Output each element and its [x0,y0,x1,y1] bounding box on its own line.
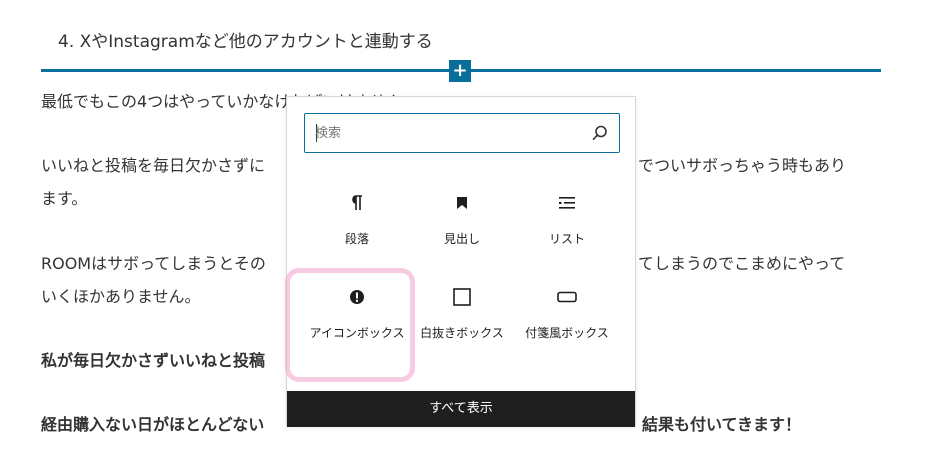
block-search-field[interactable] [304,113,620,153]
search-icon [592,125,607,140]
block-item-paragraph[interactable]: 段落 [307,193,407,249]
block-item-label: 段落 [344,232,369,246]
block-inserter-button[interactable]: + [449,60,471,82]
block-search-input[interactable] [315,123,575,143]
block-item-label: アイコンボックス [309,326,405,340]
show-all-button[interactable]: すべて表示 [287,391,635,427]
block-inserter-popover: 段落 見出し リスト アイコンボックス [286,96,636,427]
paragraph-text[interactable]: てしまうのでこまめにやって [638,254,845,274]
block-item-sticky-box[interactable]: 付箋風ボックス [517,287,617,343]
paragraph-bold-text[interactable]: 私が毎日欠かさずいいねと投稿 [41,351,265,371]
block-item-outline-box[interactable]: 白抜きボックス [412,287,512,343]
block-item-list[interactable]: リスト [517,193,617,249]
list-icon [559,197,575,209]
block-item-label: 見出し [443,232,480,246]
alert-circle-icon [350,290,364,304]
paragraph-text[interactable]: でついサボっちゃう時もあり [638,156,846,176]
rounded-rect-icon [557,291,577,303]
square-outline-icon [453,288,471,306]
list-item-text[interactable]: 4. XやInstagramなど他のアカウントと連動する [58,27,433,52]
pilcrow-icon [352,195,362,210]
block-item-label: リスト [548,232,585,246]
block-item-icon-box[interactable]: アイコンボックス [307,287,407,343]
paragraph-text[interactable]: ROOMはサボってしまうとその [41,254,266,274]
paragraph-text[interactable]: いいねと投稿を毎日欠かさずに [41,156,265,176]
block-item-label: 付箋風ボックス [525,326,609,340]
paragraph-text[interactable]: いくほかありません。 [41,287,201,307]
paragraph-text[interactable]: ます。 [41,189,87,209]
block-item-heading[interactable]: 見出し [412,193,512,249]
block-item-label: 白抜きボックス [420,326,504,340]
paragraph-bold-text[interactable]: 結果も付いてきます！ [642,415,801,435]
bookmark-icon [457,197,467,209]
paragraph-bold-text[interactable]: 経由購入ない日がほとんどない [41,415,264,435]
